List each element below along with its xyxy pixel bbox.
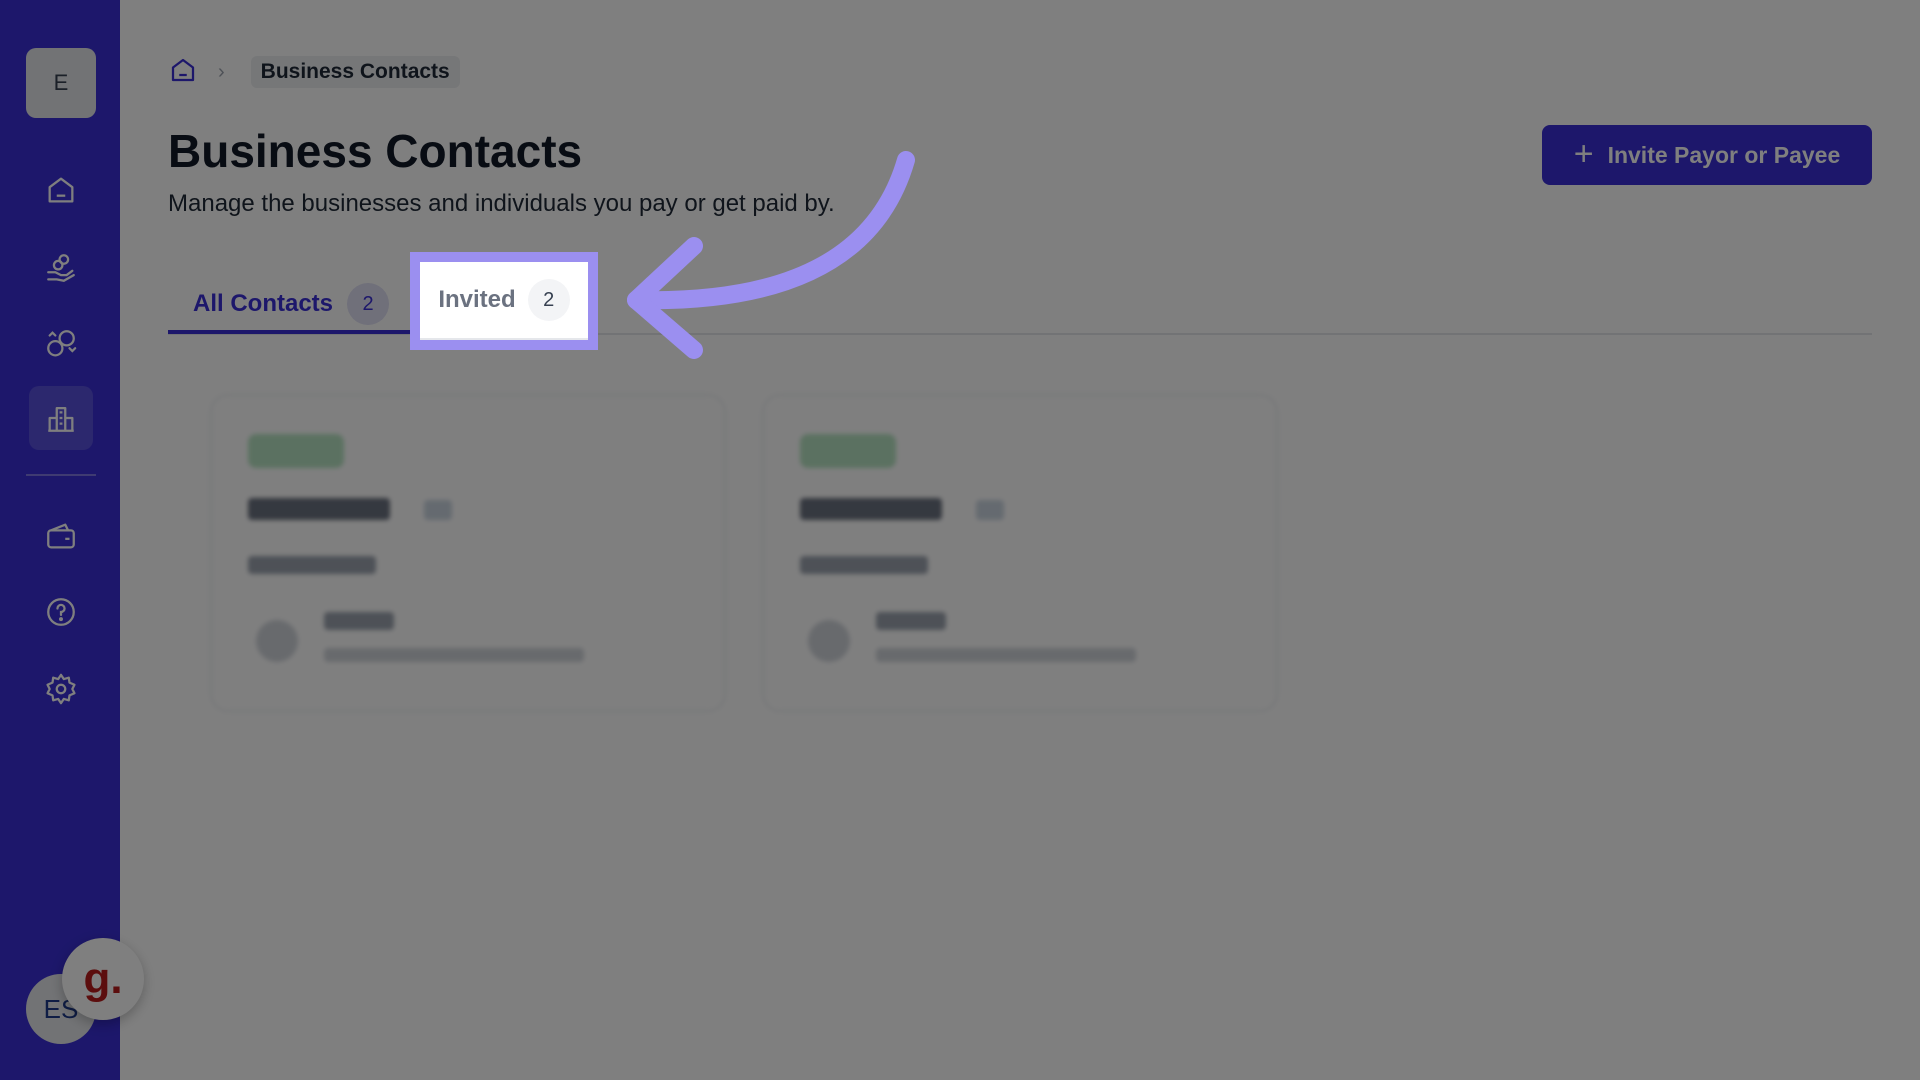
pointer-arrow-icon bbox=[627, 151, 915, 359]
tab-invited[interactable]: Invited 2 bbox=[420, 262, 588, 340]
count-badge: 2 bbox=[527, 279, 570, 321]
tab-invited-label: Invited bbox=[438, 286, 516, 313]
tutorial-overlay bbox=[0, 0, 1920, 1080]
